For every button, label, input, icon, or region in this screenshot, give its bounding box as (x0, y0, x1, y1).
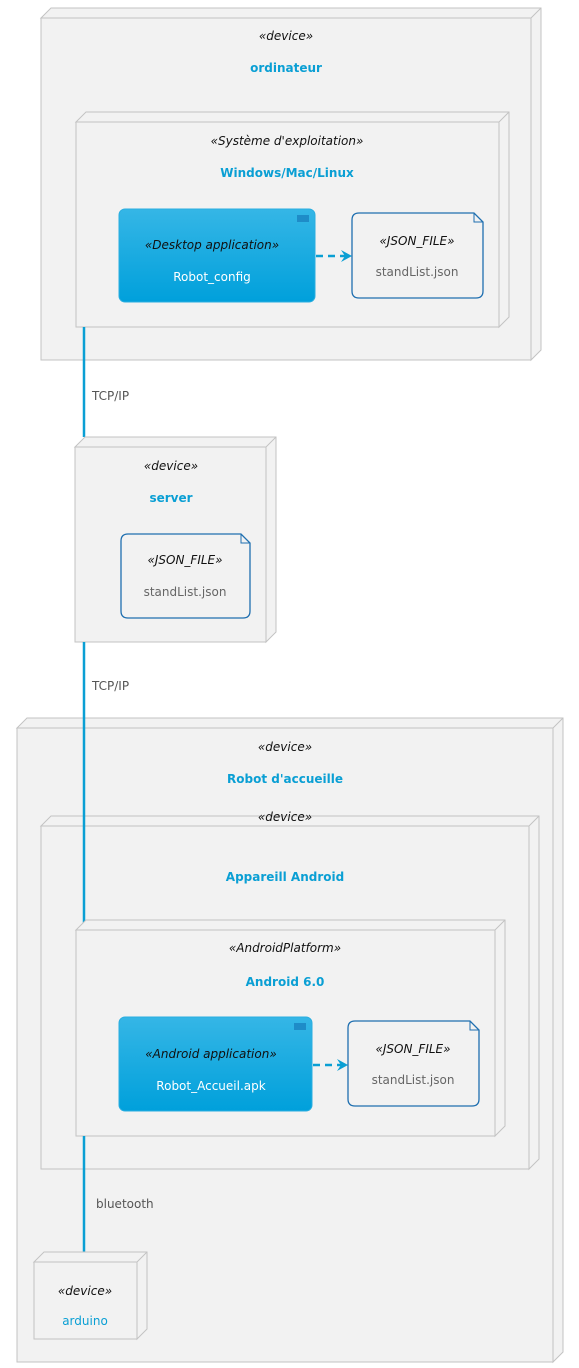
node-stereotype: «Système d'exploitation» (211, 134, 364, 148)
file-server-json[interactable]: «JSON_FILE» standList.json (120, 533, 251, 619)
file-name: standList.json (372, 1073, 455, 1087)
component-stereotype: «Desktop application» (145, 238, 279, 252)
node-stereotype: «device» (144, 459, 198, 473)
file-stereotype: «JSON_FILE» (379, 234, 454, 248)
node-arduino: «device» arduino (32, 1251, 148, 1341)
node-title: Windows/Mac/Linux (220, 166, 354, 180)
node-stereotype: «device» (58, 1284, 112, 1298)
node-title: ordinateur (250, 61, 322, 75)
node-title: server (149, 491, 192, 505)
node-stereotype: «device» (258, 740, 312, 754)
component-desktop-app[interactable]: «Desktop application» Robot_config (118, 208, 316, 303)
link-label: TCP/IP (91, 679, 129, 693)
file-android-json[interactable]: «JSON_FILE» standList.json (347, 1020, 480, 1107)
file-name: standList.json (376, 265, 459, 279)
component-icon (294, 1023, 306, 1030)
node-stereotype: «device» (259, 29, 313, 43)
component-stereotype: «Android application» (145, 1047, 276, 1061)
node-title: Android 6.0 (246, 975, 325, 989)
link-label: TCP/IP (91, 389, 129, 403)
component-android-app[interactable]: «Android application» Robot_Accueil.apk (118, 1016, 313, 1112)
file-name: standList.json (144, 585, 227, 599)
deployment-diagram: «device» ordinateur «Système d'exploitat… (15, 7, 564, 1364)
component-name: Robot_config (173, 270, 251, 284)
link-label: bluetooth (96, 1197, 154, 1211)
node-stereotype: «AndroidPlatform» (229, 941, 341, 955)
component-name: Robot_Accueil.apk (156, 1079, 265, 1093)
node-title: Robot d'accueille (227, 772, 343, 786)
node-stereotype: «device» (258, 810, 312, 824)
component-icon (297, 215, 309, 222)
node-title: Appareill Android (226, 870, 344, 884)
file-pc-json[interactable]: «JSON_FILE» standList.json (351, 212, 484, 299)
file-stereotype: «JSON_FILE» (375, 1042, 450, 1056)
node-title: arduino (62, 1314, 108, 1328)
file-stereotype: «JSON_FILE» (147, 553, 222, 567)
